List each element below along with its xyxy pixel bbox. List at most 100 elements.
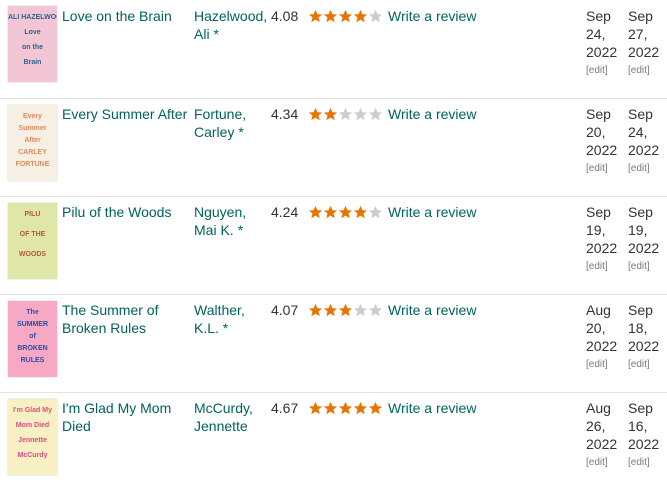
my-rating-stars[interactable]: [308, 203, 383, 221]
date-started-text: Aug: [586, 400, 611, 416]
date-read-text: 2022: [628, 436, 660, 452]
star-empty-icon[interactable]: [353, 107, 368, 122]
cover-art: The SUMMER of BROKEN RULES: [8, 301, 57, 377]
bookshelf-table: ALI HAZELWOOD Love on the Brain Love on the …: [0, 0, 667, 482]
table-row: I'm Glad My Mom Died Jennette McCurdy I'm Gl…: [0, 392, 667, 490]
date-read: Sep 19, 2022 [edit]: [628, 203, 667, 273]
star-empty-icon[interactable]: [368, 205, 383, 220]
star-filled-icon[interactable]: [323, 303, 338, 318]
book-title-link[interactable]: The Summer of Broken Rules: [62, 301, 192, 337]
book-author-link[interactable]: Walther, K.L. *: [194, 301, 270, 337]
star-filled-icon[interactable]: [323, 9, 338, 24]
date-read: Sep 18, 2022 [edit]: [628, 301, 667, 371]
edit-date-link[interactable]: [edit]: [628, 163, 667, 175]
table-row: The SUMMER of BROKEN RULES The Summer of Brok…: [0, 294, 667, 393]
my-rating-stars[interactable]: [308, 7, 383, 25]
cover-art: I'm Glad My Mom Died Jennette McCurdy: [8, 399, 57, 475]
average-rating: 4.34: [271, 106, 299, 122]
my-rating-stars[interactable]: [308, 399, 383, 417]
date-started-text: Sep: [586, 204, 611, 220]
cover-text: Brain: [23, 59, 42, 66]
cover-text: ALI HAZELWOOD: [8, 14, 57, 21]
star-filled-icon[interactable]: [368, 401, 383, 416]
star-filled-icon[interactable]: [338, 9, 353, 24]
date-read-text: Sep: [628, 400, 653, 416]
star-filled-icon[interactable]: [353, 401, 368, 416]
star-filled-icon[interactable]: [353, 9, 368, 24]
book-cover[interactable]: ALI HAZELWOOD Love on the Brain: [8, 6, 57, 82]
edit-date-link[interactable]: [edit]: [628, 457, 667, 469]
edit-date-link[interactable]: [edit]: [586, 359, 626, 371]
star-filled-icon[interactable]: [308, 401, 323, 416]
edit-date-link[interactable]: [edit]: [628, 359, 667, 371]
star-filled-icon[interactable]: [308, 205, 323, 220]
book-author-link[interactable]: McCurdy, Jennette: [194, 399, 270, 435]
edit-date-link[interactable]: [edit]: [628, 65, 667, 77]
book-cover[interactable]: Every Summer After CARLEY FORTUNE: [8, 105, 57, 181]
star-filled-icon[interactable]: [323, 205, 338, 220]
star-empty-icon[interactable]: [368, 9, 383, 24]
cover-text: RULES: [20, 357, 45, 364]
cover-text: After: [24, 137, 41, 144]
my-rating-stars[interactable]: [308, 301, 383, 319]
cover-text: I'm Glad My: [12, 407, 52, 414]
star-filled-icon[interactable]: [308, 9, 323, 24]
star-filled-icon[interactable]: [323, 401, 338, 416]
date-read-text: 18,: [628, 320, 648, 336]
star-filled-icon[interactable]: [353, 205, 368, 220]
book-cover[interactable]: I'm Glad My Mom Died Jennette McCurdy: [8, 399, 57, 475]
cover-text: The: [26, 309, 39, 316]
table-row: ALI HAZELWOOD Love on the Brain Love on the …: [0, 0, 667, 99]
my-rating-stars[interactable]: [308, 105, 383, 123]
cover-text: McCurdy: [17, 452, 48, 459]
write-review-link[interactable]: Write a review: [388, 301, 476, 319]
book-cover[interactable]: The SUMMER of BROKEN RULES: [8, 301, 57, 377]
star-filled-icon[interactable]: [338, 401, 353, 416]
book-title-link[interactable]: Pilu of the Woods: [62, 203, 192, 221]
write-review-link[interactable]: Write a review: [388, 7, 476, 25]
date-read-text: Sep: [628, 302, 653, 318]
date-started: Sep 19, 2022 [edit]: [586, 203, 626, 273]
edit-date-link[interactable]: [edit]: [586, 261, 626, 273]
star-empty-icon[interactable]: [353, 303, 368, 318]
date-started-text: 2022: [586, 240, 618, 256]
book-title-link[interactable]: Every Summer After: [62, 105, 192, 123]
date-started-text: 20,: [586, 124, 606, 140]
book-title-link[interactable]: Love on the Brain: [62, 7, 192, 25]
book-author-link[interactable]: Nguyen, Mai K. *: [194, 203, 270, 239]
cover-text: OF THE: [19, 231, 46, 238]
table-row: PILU OF THE WOODS Pilu of the Woods Nguyen, …: [0, 196, 667, 295]
star-filled-icon[interactable]: [308, 107, 323, 122]
star-empty-icon[interactable]: [368, 303, 383, 318]
cover-text: SUMMER: [16, 321, 49, 328]
write-review-link[interactable]: Write a review: [388, 399, 476, 417]
cover-text: Love: [24, 29, 41, 36]
book-author-link[interactable]: Hazelwood, Ali *: [194, 7, 270, 43]
star-filled-icon[interactable]: [323, 107, 338, 122]
date-read-text: 16,: [628, 418, 648, 434]
date-started-text: 2022: [586, 436, 618, 452]
date-started-text: 19,: [586, 222, 606, 238]
edit-date-link[interactable]: [edit]: [586, 65, 626, 77]
book-title-link[interactable]: I'm Glad My Mom Died: [62, 399, 192, 435]
date-read-text: 2022: [628, 44, 660, 60]
date-read-text: 2022: [628, 142, 660, 158]
book-cover[interactable]: PILU OF THE WOODS: [8, 203, 57, 279]
book-author-link[interactable]: Fortune, Carley *: [194, 105, 270, 141]
cover-art: Every Summer After CARLEY FORTUNE: [8, 105, 57, 181]
date-read-text: Sep: [628, 106, 653, 122]
date-read: Sep 24, 2022 [edit]: [628, 105, 667, 175]
cover-text: FORTUNE: [15, 161, 50, 168]
edit-date-link[interactable]: [edit]: [586, 457, 626, 469]
date-read-text: 24,: [628, 124, 648, 140]
average-rating: 4.08: [271, 8, 299, 24]
star-filled-icon[interactable]: [308, 303, 323, 318]
write-review-link[interactable]: Write a review: [388, 203, 476, 221]
star-filled-icon[interactable]: [338, 205, 353, 220]
star-empty-icon[interactable]: [338, 107, 353, 122]
write-review-link[interactable]: Write a review: [388, 105, 476, 123]
edit-date-link[interactable]: [edit]: [628, 261, 667, 273]
star-empty-icon[interactable]: [368, 107, 383, 122]
edit-date-link[interactable]: [edit]: [586, 163, 626, 175]
star-filled-icon[interactable]: [338, 303, 353, 318]
